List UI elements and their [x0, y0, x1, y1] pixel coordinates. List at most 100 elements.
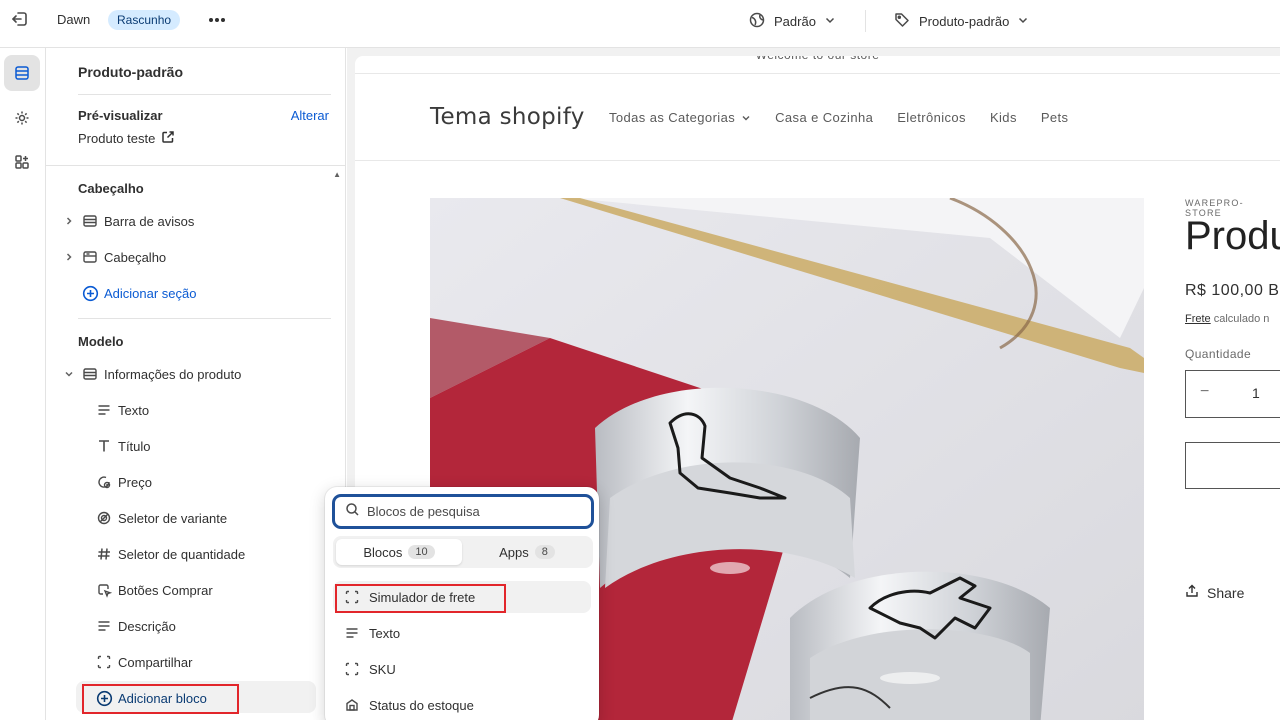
nav-item-pets[interactable]: Pets — [1041, 110, 1069, 125]
product-price: R$ 100,00 B — [1185, 282, 1280, 299]
count-badge: 10 — [408, 545, 435, 559]
shipping-link[interactable]: Frete — [1185, 313, 1211, 325]
share-button[interactable]: Share — [1185, 584, 1244, 601]
tab-blocks[interactable]: Blocos 10 — [336, 539, 462, 565]
block-row-share[interactable]: Compartilhar — [94, 647, 331, 677]
template-selector[interactable]: Produto-padrão — [893, 9, 1029, 33]
inventory-icon — [343, 696, 361, 714]
text-icon — [343, 624, 361, 642]
quantity-stepper[interactable]: − 1 — [1185, 370, 1280, 418]
divider — [78, 94, 331, 95]
tab-label: Apps — [499, 544, 529, 560]
template-label: Produto-padrão — [919, 13, 1010, 29]
chevron-right-icon[interactable] — [62, 252, 76, 262]
status-badge: Rascunho — [108, 10, 181, 30]
share-icon — [1185, 584, 1199, 601]
sections-icon[interactable] — [4, 55, 40, 91]
editor-topbar: Dawn Rascunho Padrão Produto-padrão — [0, 0, 1280, 48]
block-row-quantity[interactable]: Seletor de quantidade — [94, 539, 331, 569]
section-row-header[interactable]: Cabeçalho — [62, 242, 331, 272]
dashed-square-icon — [94, 652, 114, 672]
store-name[interactable]: Tema shopify — [430, 104, 585, 130]
block-option-inventory[interactable]: Status do estoque — [333, 689, 591, 720]
block-label: Preço — [118, 474, 152, 490]
exit-icon[interactable] — [10, 9, 32, 31]
hashtag-icon — [94, 544, 114, 564]
share-label: Share — [1207, 584, 1245, 601]
tab-label: Blocos — [363, 544, 403, 560]
dashed-square-icon — [343, 660, 361, 678]
nav-item-home-kitchen[interactable]: Casa e Cozinha — [775, 110, 873, 125]
block-label: Descrição — [118, 618, 176, 634]
more-actions-icon[interactable] — [206, 10, 228, 30]
price-tag-icon — [94, 472, 114, 492]
main-nav: Todas as Categorias Casa e Cozinha Eletr… — [609, 110, 1068, 125]
locale-label: Padrão — [774, 13, 816, 29]
change-preview-link[interactable]: Alterar — [291, 108, 329, 123]
add-to-cart-button[interactable] — [1185, 442, 1280, 489]
chevron-down-icon — [824, 14, 836, 29]
section-icon — [80, 364, 100, 384]
header-divider — [355, 160, 1280, 161]
divider — [78, 318, 331, 319]
block-row-description[interactable]: Descrição — [94, 611, 331, 641]
tag-icon — [893, 11, 911, 32]
chevron-down-icon[interactable] — [62, 369, 76, 379]
nav-label: Todas as Categorias — [609, 110, 736, 125]
header-group-title: Cabeçalho — [78, 181, 144, 196]
section-row-product-info[interactable]: Informações do produto — [62, 359, 331, 389]
nav-item-kids[interactable]: Kids — [990, 110, 1017, 125]
block-label: Seletor de variante — [118, 510, 228, 526]
block-search-field[interactable] — [333, 495, 593, 528]
block-option-label: Status do estoque — [369, 697, 474, 713]
sections-panel: Produto-padrão Pré-visualizar Alterar Pr… — [46, 48, 346, 720]
shipping-note: Frete calculado n — [1185, 313, 1269, 325]
locale-selector[interactable]: Padrão — [748, 9, 836, 33]
buy-button-icon — [94, 580, 114, 600]
section-icon — [80, 211, 100, 231]
text-icon — [94, 616, 114, 636]
block-search-input[interactable] — [367, 504, 567, 519]
scroll-up-icon[interactable]: ▲ — [333, 170, 341, 179]
preview-product[interactable]: Produto teste — [78, 130, 175, 147]
count-badge: 8 — [534, 545, 555, 559]
block-option-text[interactable]: Texto — [333, 617, 591, 649]
block-option-label: SKU — [369, 661, 396, 677]
block-row-variant[interactable]: Seletor de variante — [94, 503, 331, 533]
theme-name: Dawn — [57, 12, 91, 27]
quantity-value[interactable]: 1 — [1252, 385, 1260, 401]
chevron-right-icon[interactable] — [62, 216, 76, 226]
chevron-down-icon — [742, 115, 750, 120]
announcement-bar: Welcome to our store — [355, 56, 1280, 74]
add-section-label: Adicionar seção — [104, 285, 197, 301]
block-option-sku[interactable]: SKU — [333, 653, 591, 685]
header-section-icon — [80, 247, 100, 267]
block-label: Título — [118, 438, 151, 454]
plus-circle-icon — [80, 283, 100, 303]
theme-settings-icon[interactable] — [4, 100, 40, 136]
block-label: Compartilhar — [118, 654, 193, 670]
text-icon — [94, 400, 114, 420]
block-row-text[interactable]: Texto — [94, 395, 331, 425]
section-label: Informações do produto — [104, 366, 242, 382]
nav-item-electronics[interactable]: Eletrônicos — [897, 110, 966, 125]
topbar-divider — [865, 10, 866, 32]
product-title: Produ — [1185, 214, 1280, 258]
block-row-buy-buttons[interactable]: Botões Comprar — [94, 575, 331, 605]
block-label: Seletor de quantidade — [118, 546, 246, 562]
title-icon — [94, 436, 114, 456]
block-label: Botões Comprar — [118, 582, 213, 598]
template-group-title: Modelo — [78, 334, 124, 349]
panel-title: Produto-padrão — [78, 64, 183, 80]
section-row-announcement[interactable]: Barra de avisos — [62, 206, 331, 236]
block-row-price[interactable]: Preço — [94, 467, 331, 497]
quantity-decrease-button[interactable]: − — [1200, 383, 1209, 401]
highlight-box-shipping-simulator — [335, 584, 506, 613]
add-section-button[interactable]: Adicionar seção — [62, 278, 331, 308]
section-label: Cabeçalho — [104, 249, 167, 265]
tab-apps[interactable]: Apps 8 — [464, 539, 590, 565]
nav-item-all-categories[interactable]: Todas as Categorias — [609, 110, 751, 125]
block-row-title[interactable]: Título — [94, 431, 331, 461]
external-link-icon — [161, 130, 175, 147]
apps-icon[interactable] — [4, 144, 40, 180]
